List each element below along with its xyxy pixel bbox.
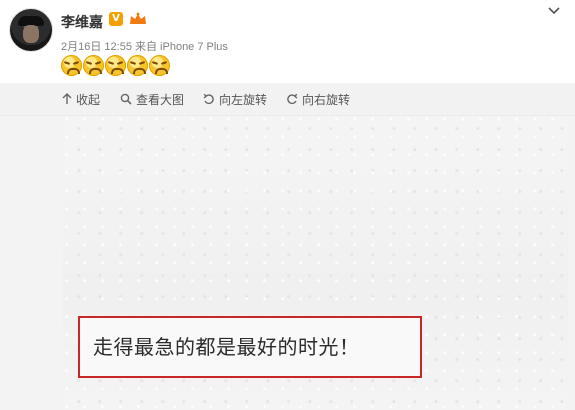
view-large-button[interactable]: 查看大图	[120, 92, 185, 107]
rotate-left-icon	[203, 93, 214, 105]
rotate-left-button[interactable]: 向左旋转	[203, 92, 268, 107]
rotate-right-button[interactable]: 向右旋转	[286, 92, 351, 107]
user-name[interactable]: 李维嘉	[61, 12, 103, 32]
crying-face-icon	[127, 55, 148, 76]
image-toolbar: 收起 查看大图 向左旋转 向右旋转	[0, 83, 575, 116]
avatar-face	[23, 25, 39, 43]
collapse-label: 收起	[76, 92, 101, 107]
collapse-button[interactable]: 收起	[62, 92, 101, 107]
magnifier-icon	[120, 93, 132, 105]
view-large-label: 查看大图	[136, 92, 185, 107]
rotate-right-label: 向右旋转	[302, 92, 351, 107]
crying-face-icon	[61, 55, 82, 76]
chevron-down-icon[interactable]	[548, 6, 560, 16]
arrow-up-icon	[62, 93, 72, 104]
avatar[interactable]	[9, 8, 53, 52]
post-meta[interactable]: 2月16日 12:55 来自 iPhone 7 Plus	[61, 38, 228, 54]
verified-badge-icon: V	[109, 12, 123, 26]
image-caption: 走得最急的都是最好的时光！	[93, 335, 360, 359]
crying-face-icon	[149, 55, 170, 76]
emoji-row	[61, 55, 170, 77]
crying-face-icon	[105, 55, 126, 76]
rotate-right-icon	[287, 93, 298, 105]
vip-crown-icon	[128, 11, 148, 27]
post-header: 李维嘉 V 2月16日 12:55 来自 iPhone 7 Plus	[0, 0, 575, 83]
crying-face-icon	[83, 55, 104, 76]
rotate-left-label: 向左旋转	[219, 92, 268, 107]
